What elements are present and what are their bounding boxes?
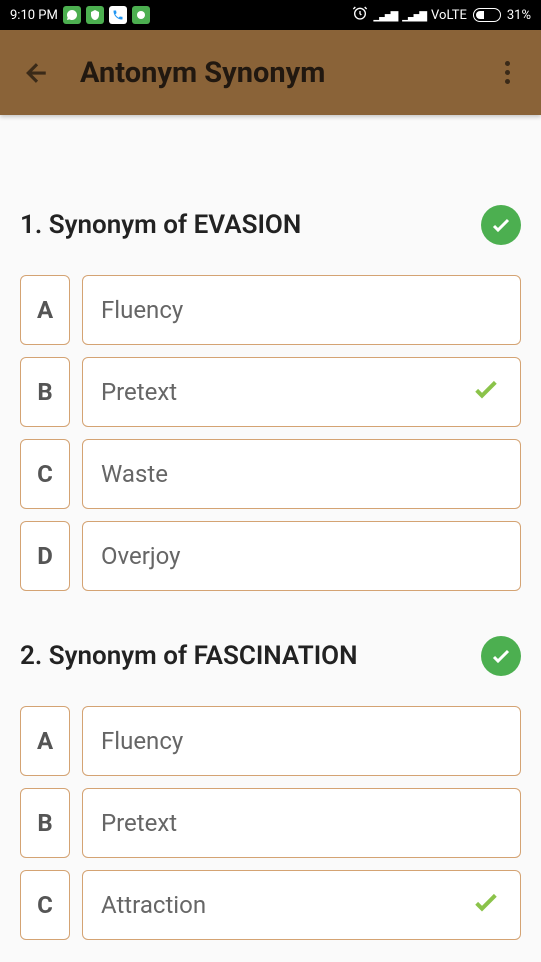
correct-badge-icon (481, 636, 521, 676)
option-row: C Attraction (20, 870, 521, 940)
option-letter[interactable]: C (20, 870, 70, 940)
option-text-label: Pretext (101, 809, 177, 837)
correct-badge-icon (481, 205, 521, 245)
shield-icon (86, 6, 104, 24)
signal-icon-1 (374, 8, 397, 23)
option-row: A Fluency (20, 706, 521, 776)
question-header: 2. Synonym of FASCINATION (20, 636, 521, 676)
app-header: Antonym Synonym (0, 30, 541, 115)
option-row: A Fluency (20, 275, 521, 345)
phone-icon (109, 6, 127, 24)
option-letter[interactable]: B (20, 357, 70, 427)
back-button[interactable] (22, 58, 52, 88)
status-left: 9:10 PM (10, 6, 150, 24)
option-letter[interactable]: D (20, 521, 70, 591)
option-text[interactable]: Pretext (82, 357, 521, 427)
option-text[interactable]: Pretext (82, 788, 521, 858)
question-text: 2. Synonym of FASCINATION (20, 641, 358, 671)
option-text-label: Overjoy (101, 542, 180, 570)
option-text-label: Waste (101, 460, 168, 488)
option-text-label: Fluency (101, 727, 183, 755)
option-text-label: Fluency (101, 296, 183, 324)
option-text[interactable]: Fluency (82, 275, 521, 345)
option-text[interactable]: Fluency (82, 706, 521, 776)
option-row: C Waste (20, 439, 521, 509)
page-title: Antonym Synonym (80, 56, 325, 90)
volte-label: VoLTE (431, 8, 467, 23)
question-block: 1. Synonym of EVASION A Fluency B Pretext C Wa… (20, 205, 521, 591)
check-icon (470, 373, 502, 411)
battery-icon (473, 8, 501, 22)
alarm-icon (352, 5, 368, 25)
status-bar: 9:10 PM VoLTE 31% (0, 0, 541, 30)
option-letter[interactable]: B (20, 788, 70, 858)
option-text[interactable]: Overjoy (82, 521, 521, 591)
option-row: D Overjoy (20, 521, 521, 591)
battery-percent: 31% (507, 8, 531, 23)
option-row: B Pretext (20, 357, 521, 427)
question-text: 1. Synonym of EVASION (20, 210, 301, 240)
app-icon (132, 6, 150, 24)
whatsapp-icon (63, 6, 81, 24)
option-text[interactable]: Waste (82, 439, 521, 509)
question-block: 2. Synonym of FASCINATION A Fluency B Pretex… (20, 636, 521, 940)
status-time: 9:10 PM (10, 8, 58, 23)
signal-icon-2 (402, 8, 425, 23)
option-text-label: Attraction (101, 891, 206, 919)
check-icon (470, 886, 502, 924)
option-letter[interactable]: A (20, 275, 70, 345)
content-area: 1. Synonym of EVASION A Fluency B Pretext C Wa… (0, 115, 541, 940)
option-text[interactable]: Attraction (82, 870, 521, 940)
option-letter[interactable]: A (20, 706, 70, 776)
status-right: VoLTE 31% (352, 5, 531, 25)
question-header: 1. Synonym of EVASION (20, 205, 521, 245)
option-row: B Pretext (20, 788, 521, 858)
menu-button[interactable] (495, 61, 519, 85)
option-text-label: Pretext (101, 378, 177, 406)
option-letter[interactable]: C (20, 439, 70, 509)
